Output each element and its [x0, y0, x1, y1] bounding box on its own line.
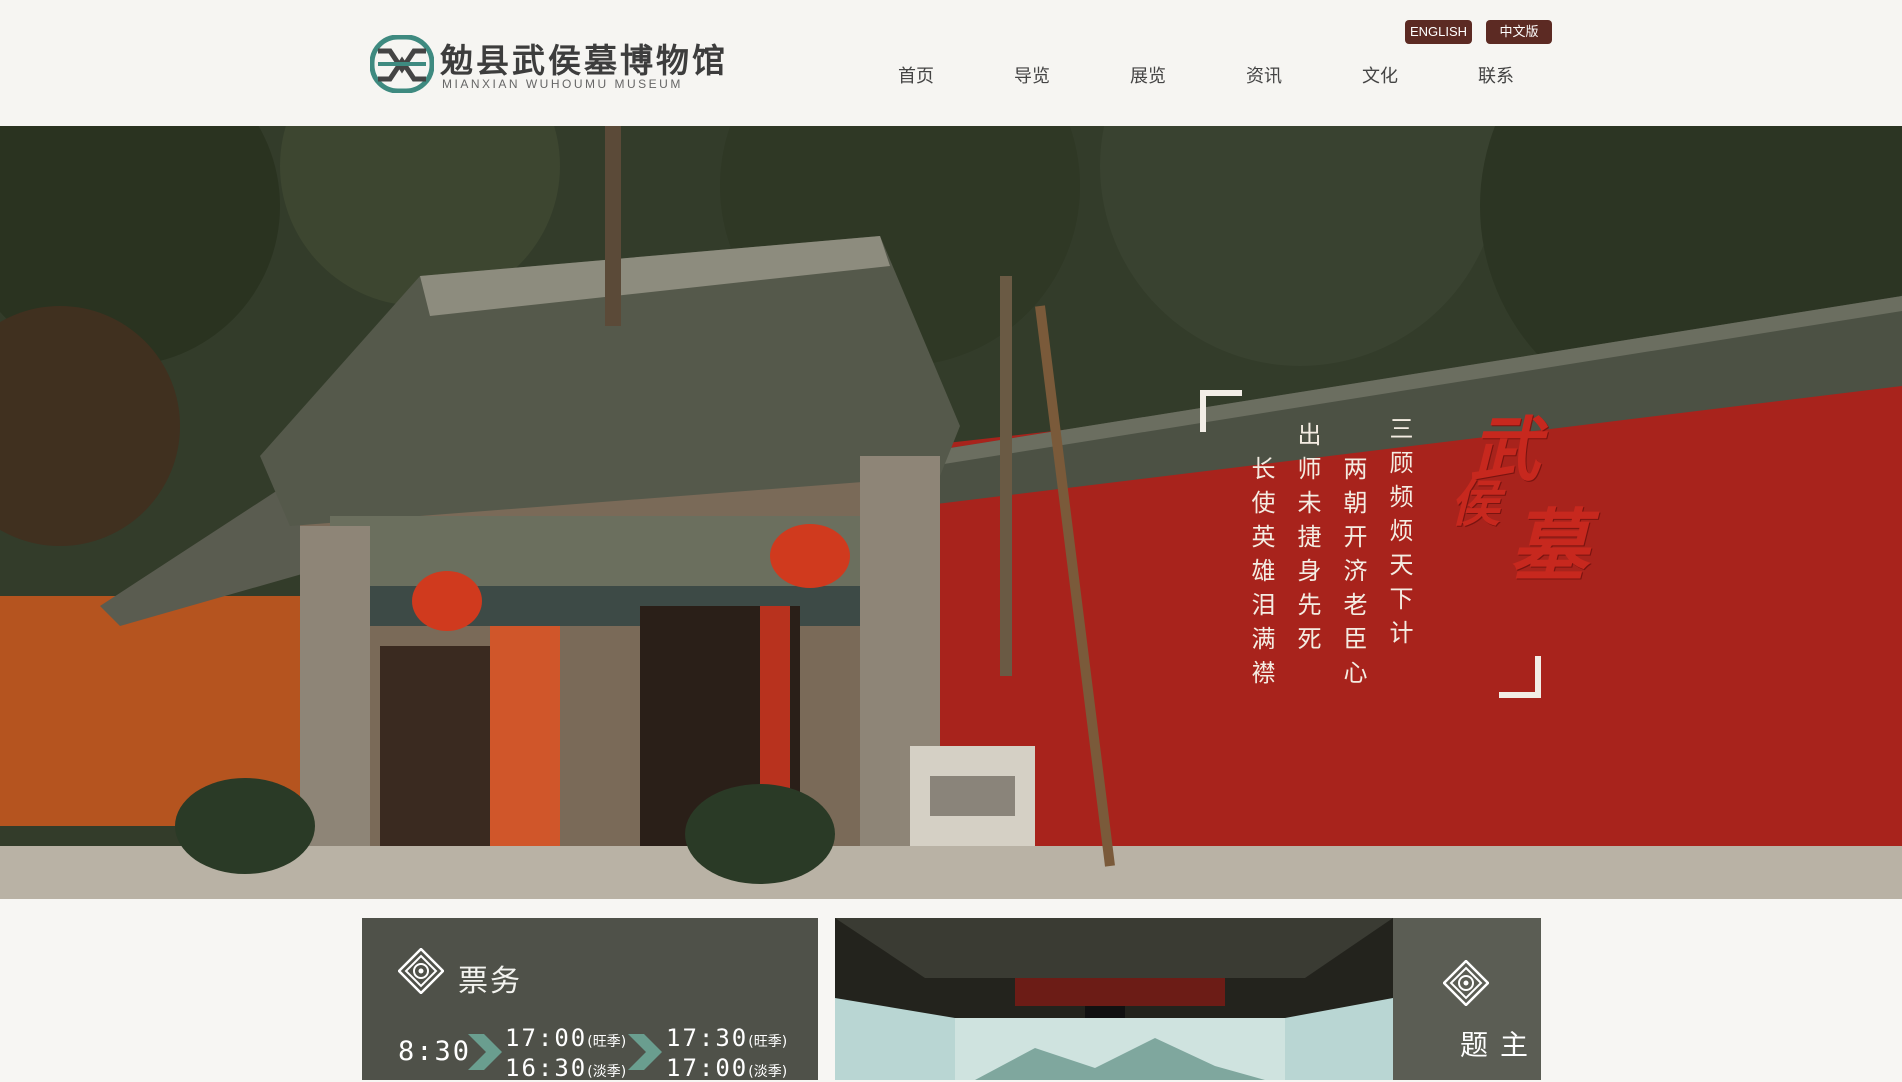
theme-sidebar: 主题: [1393, 918, 1541, 1080]
close-time-off: 16:30(淡季): [505, 1054, 626, 1082]
nav-guide[interactable]: 导览: [974, 62, 1090, 92]
nav-exhibition[interactable]: 展览: [1090, 62, 1206, 92]
ticket-card[interactable]: 票务 8:30 17:00(旺季) 16:30(淡季) 17:30(旺季) 17…: [362, 918, 818, 1082]
museum-logo-icon: [370, 35, 434, 93]
temple-gate-illustration: [0, 126, 1902, 899]
calligraphy-char-2: 侯: [1450, 474, 1500, 533]
site-header: 勉县武侯墓博物馆 MIANXIAN WUHOUMU MUSEUM ENGLISH…: [0, 0, 1902, 126]
calligraphy-char-3: 墓: [1510, 501, 1589, 592]
hero-banner: 三顾频烦天下计 两朝开济老臣心 出师未捷身先死 长使英雄泪满襟 武 侯 墓: [0, 126, 1902, 899]
last-entry-off-value: 17:00: [666, 1054, 749, 1082]
close-time-peak-value: 17:00: [505, 1024, 588, 1052]
logo-chinese-name: 勉县武侯墓博物馆: [440, 41, 728, 80]
close-time-peak: 17:00(旺季): [505, 1024, 626, 1052]
off-season-label: (淡季): [748, 1064, 788, 1080]
off-season-label: (淡季): [587, 1064, 627, 1080]
bracket-top-left: [1200, 390, 1242, 432]
chinese-language-button[interactable]: 中文版: [1486, 20, 1552, 44]
calligraphy-title: 武 侯 墓: [1450, 394, 1610, 594]
nav-news[interactable]: 资讯: [1206, 62, 1322, 92]
last-entry-peak-value: 17:30: [666, 1024, 749, 1052]
poem-line-3: 出师未捷身先死: [1293, 422, 1321, 660]
exhibition-hall-illustration: [835, 918, 1393, 1080]
main-nav: 首页 导览 展览 资讯 文化 联系: [858, 62, 1554, 92]
nav-contact[interactable]: 联系: [1438, 62, 1554, 92]
peak-season-label: (旺季): [748, 1034, 788, 1050]
diamond-ornament-icon: [1443, 960, 1489, 1006]
theme-card[interactable]: 主题: [835, 918, 1541, 1080]
close-time-off-value: 16:30: [505, 1054, 588, 1082]
bracket-bottom-right: [1499, 656, 1541, 698]
peak-season-label: (旺季): [587, 1034, 627, 1050]
chevron-right-icon: [468, 1034, 502, 1070]
open-time: 8:30: [398, 1036, 472, 1067]
site-logo[interactable]: 勉县武侯墓博物馆 MIANXIAN WUHOUMU MUSEUM: [370, 32, 750, 96]
nav-culture[interactable]: 文化: [1322, 62, 1438, 92]
theme-title: 主题: [1456, 1030, 1529, 1062]
poem-line-2: 两朝开济老臣心: [1339, 456, 1367, 694]
last-entry-peak: 17:30(旺季): [666, 1024, 787, 1052]
diamond-ornament-icon: [398, 948, 444, 994]
english-language-button[interactable]: ENGLISH: [1405, 20, 1472, 44]
poem-line-4: 长使英雄泪满襟: [1247, 456, 1275, 694]
poem-line-1: 三顾频烦天下计: [1385, 416, 1413, 654]
chevron-right-icon: [628, 1034, 662, 1070]
exhibition-hall-image: [835, 918, 1393, 1080]
nav-home[interactable]: 首页: [858, 62, 974, 92]
ticket-title: 票务: [458, 964, 522, 999]
logo-english-name: MIANXIAN WUHOUMU MUSEUM: [442, 77, 683, 91]
last-entry-off: 17:00(淡季): [666, 1054, 787, 1082]
